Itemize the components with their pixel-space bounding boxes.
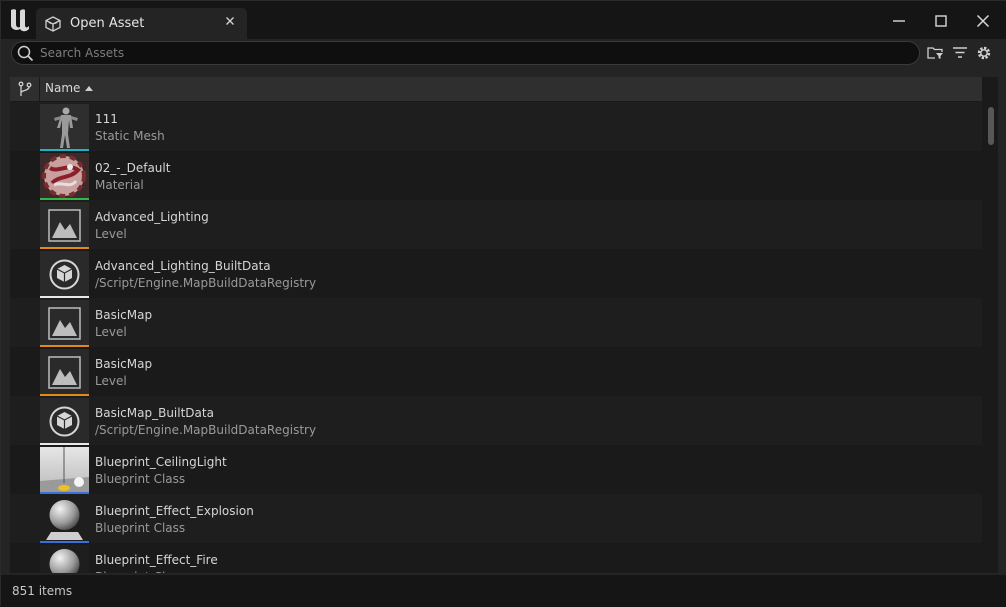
unreal-logo-icon[interactable] bbox=[8, 7, 32, 33]
sphere-pedestal-thumbnail-icon bbox=[40, 545, 89, 573]
asset-name: Blueprint_Effect_Explosion bbox=[95, 504, 254, 518]
level-thumbnail-icon bbox=[40, 349, 89, 396]
minimize-icon[interactable] bbox=[891, 13, 907, 29]
name-column-header[interactable]: Name bbox=[45, 81, 80, 95]
cube-thumbnail-icon bbox=[40, 251, 89, 298]
status-bar: 851 items bbox=[1, 575, 1006, 607]
vertical-scrollbar[interactable] bbox=[985, 101, 998, 573]
asset-row[interactable]: Advanced_Lighting_BuiltData /Script/Engi… bbox=[10, 249, 982, 298]
asset-row[interactable]: BasicMap Level bbox=[10, 298, 982, 347]
filter-icon[interactable] bbox=[951, 44, 969, 62]
maximize-icon[interactable] bbox=[933, 13, 949, 29]
tab-title: Open Asset bbox=[70, 16, 145, 31]
asset-cube-icon bbox=[45, 16, 61, 32]
asset-list: Name 111 Static Mesh 02_-_Default Materi… bbox=[10, 77, 998, 573]
branch-column-header[interactable] bbox=[10, 77, 40, 101]
item-count: 851 items bbox=[12, 584, 73, 598]
asset-row[interactable]: Blueprint_Effect_Explosion Blueprint Cla… bbox=[10, 494, 982, 543]
asset-type: Blueprint Class bbox=[95, 521, 186, 535]
asset-name: 02_-_Default bbox=[95, 161, 171, 175]
asset-row[interactable]: BasicMap Level bbox=[10, 347, 982, 396]
sort-ascending-icon[interactable] bbox=[85, 86, 93, 91]
asset-type: Blueprint Class bbox=[95, 570, 185, 573]
asset-row[interactable]: Advanced_Lighting Level bbox=[10, 200, 982, 249]
search-input[interactable] bbox=[40, 43, 900, 63]
close-tab-icon[interactable] bbox=[225, 16, 235, 26]
open-asset-window: Open Asset Search Assets Name 111 Static… bbox=[0, 0, 1006, 607]
asset-row[interactable]: 111 Static Mesh bbox=[10, 102, 982, 151]
sphere-pedestal-thumbnail-icon bbox=[40, 496, 89, 543]
cube-thumbnail-icon bbox=[40, 398, 89, 445]
list-header: Name bbox=[10, 77, 982, 101]
folder-filter-icon[interactable] bbox=[927, 44, 945, 62]
level-thumbnail-icon bbox=[40, 202, 89, 249]
asset-type: Level bbox=[95, 325, 127, 339]
asset-row[interactable]: Blueprint_CeilingLight Blueprint Class bbox=[10, 445, 982, 494]
asset-name: 111 bbox=[95, 112, 118, 126]
asset-name: Advanced_Lighting bbox=[95, 210, 209, 224]
mannequin-thumbnail-icon bbox=[40, 104, 89, 151]
asset-name: Blueprint_Effect_Fire bbox=[95, 553, 218, 567]
asset-row[interactable]: Blueprint_Effect_Fire Blueprint Class bbox=[10, 543, 982, 573]
ceiling-light-thumbnail-icon bbox=[40, 447, 89, 494]
asset-type: Level bbox=[95, 374, 127, 388]
asset-row[interactable]: 02_-_Default Material bbox=[10, 151, 982, 200]
tab-open-asset[interactable]: Open Asset bbox=[36, 8, 247, 40]
asset-type: /Script/Engine.MapBuildDataRegistry bbox=[95, 423, 317, 437]
asset-row[interactable]: BasicMap_BuiltData /Script/Engine.MapBui… bbox=[10, 396, 982, 445]
settings-gear-icon[interactable] bbox=[975, 44, 993, 62]
close-window-icon[interactable] bbox=[975, 13, 991, 29]
asset-name: BasicMap bbox=[95, 308, 153, 322]
asset-type: Level bbox=[95, 227, 127, 241]
title-bar[interactable]: Open Asset bbox=[1, 1, 1006, 40]
level-thumbnail-icon bbox=[40, 300, 89, 347]
asset-list-panel: Name 111 Static Mesh 02_-_Default Materi… bbox=[1, 69, 1006, 575]
asset-type: /Script/Engine.MapBuildDataRegistry bbox=[95, 276, 317, 290]
search-box[interactable] bbox=[11, 41, 920, 65]
search-icon bbox=[17, 45, 34, 62]
asset-type: Static Mesh bbox=[95, 129, 165, 143]
branch-icon bbox=[18, 81, 32, 96]
asset-type: Blueprint Class bbox=[95, 472, 186, 486]
material-ball-thumbnail-icon bbox=[40, 153, 89, 200]
asset-name: BasicMap bbox=[95, 357, 153, 371]
scrollbar-thumb[interactable] bbox=[988, 107, 994, 145]
asset-type: Material bbox=[95, 178, 144, 192]
asset-name: Blueprint_CeilingLight bbox=[95, 455, 227, 469]
asset-name: BasicMap_BuiltData bbox=[95, 406, 214, 420]
asset-rows: 111 Static Mesh 02_-_Default Material Ad… bbox=[10, 102, 982, 573]
asset-name: Advanced_Lighting_BuiltData bbox=[95, 259, 271, 273]
search-toolbar bbox=[1, 39, 1006, 69]
